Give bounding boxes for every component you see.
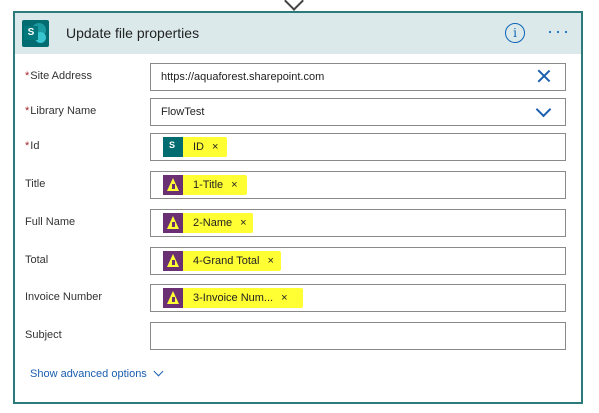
remove-token-icon[interactable]: × (267, 255, 273, 267)
warning-icon (163, 288, 183, 308)
remove-token-icon[interactable]: × (240, 217, 246, 229)
dynamic-token[interactable]: 2-Name × (163, 213, 253, 233)
field-label: Total (25, 254, 49, 266)
sharepoint-logo-icon: S (22, 20, 49, 47)
remove-token-icon[interactable]: × (212, 141, 218, 153)
sharepoint-icon: S (163, 137, 183, 157)
field-label: Invoice Number (25, 291, 103, 303)
library-name-dropdown[interactable]: FlowTest (150, 98, 566, 126)
field-label: Subject (25, 329, 62, 341)
total-field[interactable]: 4-Grand Total × (150, 247, 566, 275)
field-label: *Id (25, 140, 40, 152)
dynamic-token[interactable]: 4-Grand Total × (163, 251, 281, 271)
show-advanced-options-link[interactable]: Show advanced options (30, 366, 164, 380)
full-name-field[interactable]: 2-Name × (150, 209, 566, 237)
action-card: S Update file properties i ··· *Site Add… (13, 11, 583, 404)
clear-icon[interactable] (537, 69, 551, 83)
warning-icon (163, 175, 183, 195)
warning-icon (163, 251, 183, 271)
action-header[interactable]: S Update file properties i ··· (15, 13, 581, 54)
info-icon[interactable]: i (505, 23, 525, 43)
field-row-total: Total 4-Grand Total × (15, 247, 581, 277)
subject-field[interactable] (150, 322, 566, 350)
more-options-icon[interactable]: ··· (547, 21, 571, 42)
library-name-value: FlowTest (161, 106, 205, 118)
field-row-full-name: Full Name 2-Name × (15, 209, 581, 239)
dynamic-token[interactable]: S ID × (163, 137, 227, 157)
remove-token-icon[interactable]: × (281, 292, 287, 304)
field-row-id: *Id S ID × (15, 133, 581, 163)
site-address-field[interactable]: https://aquaforest.sharepoint.com (150, 63, 566, 91)
chevron-down-icon (153, 366, 164, 377)
field-row-subject: Subject (15, 322, 581, 352)
dynamic-token[interactable]: 1-Title × (163, 175, 247, 195)
id-field[interactable]: S ID × (150, 133, 566, 161)
connector-arrow (284, 0, 304, 11)
field-row-title: Title 1-Title × (15, 171, 581, 201)
chevron-down-icon[interactable] (535, 101, 552, 118)
field-label: Title (25, 178, 46, 190)
warning-icon (163, 213, 183, 233)
field-label: Full Name (25, 216, 76, 228)
action-title: Update file properties (66, 25, 200, 41)
title-field[interactable]: 1-Title × (150, 171, 566, 199)
field-label: *Library Name (25, 105, 97, 117)
field-row-site-address: *Site Address https://aquaforest.sharepo… (15, 63, 581, 93)
remove-token-icon[interactable]: × (231, 179, 237, 191)
site-address-value: https://aquaforest.sharepoint.com (161, 71, 325, 83)
dynamic-token[interactable]: 3-Invoice Num... × (163, 288, 303, 308)
field-row-library-name: *Library Name FlowTest (15, 98, 581, 128)
field-row-invoice-number: Invoice Number 3-Invoice Num... × (15, 284, 581, 314)
field-label: *Site Address (25, 70, 93, 82)
invoice-number-field[interactable]: 3-Invoice Num... × (150, 284, 566, 312)
